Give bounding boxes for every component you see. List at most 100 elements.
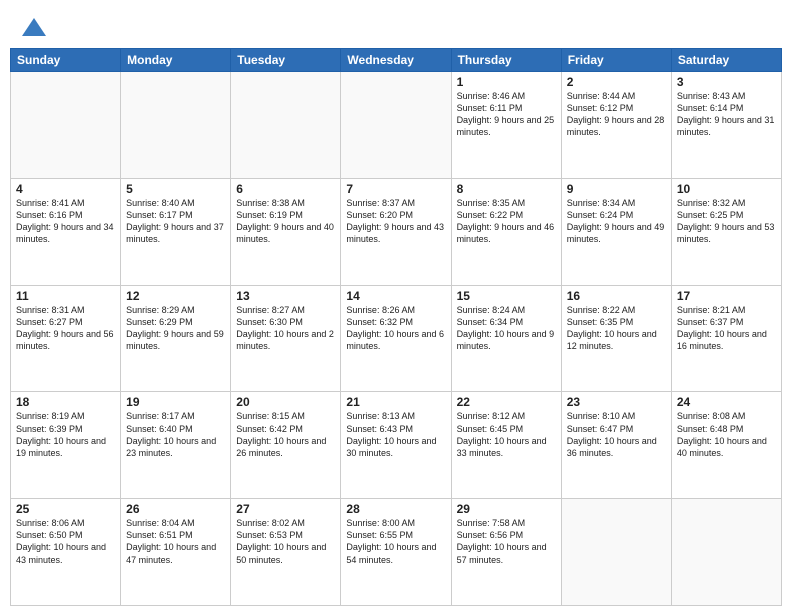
day-number: 19 — [126, 395, 225, 409]
day-number: 7 — [346, 182, 445, 196]
calendar-cell: 28Sunrise: 8:00 AM Sunset: 6:55 PM Dayli… — [341, 499, 451, 606]
day-number: 26 — [126, 502, 225, 516]
calendar-cell: 26Sunrise: 8:04 AM Sunset: 6:51 PM Dayli… — [121, 499, 231, 606]
day-number: 10 — [677, 182, 776, 196]
day-info: Sunrise: 8:04 AM Sunset: 6:51 PM Dayligh… — [126, 517, 225, 566]
calendar-cell: 24Sunrise: 8:08 AM Sunset: 6:48 PM Dayli… — [671, 392, 781, 499]
calendar-cell — [231, 72, 341, 179]
calendar-cell: 2Sunrise: 8:44 AM Sunset: 6:12 PM Daylig… — [561, 72, 671, 179]
day-number: 9 — [567, 182, 666, 196]
day-info: Sunrise: 8:46 AM Sunset: 6:11 PM Dayligh… — [457, 90, 556, 139]
calendar-cell: 6Sunrise: 8:38 AM Sunset: 6:19 PM Daylig… — [231, 178, 341, 285]
day-info: Sunrise: 8:00 AM Sunset: 6:55 PM Dayligh… — [346, 517, 445, 566]
calendar-week-row: 18Sunrise: 8:19 AM Sunset: 6:39 PM Dayli… — [11, 392, 782, 499]
day-info: Sunrise: 8:13 AM Sunset: 6:43 PM Dayligh… — [346, 410, 445, 459]
day-number: 13 — [236, 289, 335, 303]
day-info: Sunrise: 8:41 AM Sunset: 6:16 PM Dayligh… — [16, 197, 115, 246]
day-number: 11 — [16, 289, 115, 303]
day-header-cell: Friday — [561, 49, 671, 72]
day-number: 18 — [16, 395, 115, 409]
day-info: Sunrise: 8:24 AM Sunset: 6:34 PM Dayligh… — [457, 304, 556, 353]
day-number: 15 — [457, 289, 556, 303]
calendar-cell: 20Sunrise: 8:15 AM Sunset: 6:42 PM Dayli… — [231, 392, 341, 499]
calendar-cell: 17Sunrise: 8:21 AM Sunset: 6:37 PM Dayli… — [671, 285, 781, 392]
calendar-cell: 23Sunrise: 8:10 AM Sunset: 6:47 PM Dayli… — [561, 392, 671, 499]
calendar-cell: 9Sunrise: 8:34 AM Sunset: 6:24 PM Daylig… — [561, 178, 671, 285]
calendar-week-row: 25Sunrise: 8:06 AM Sunset: 6:50 PM Dayli… — [11, 499, 782, 606]
day-info: Sunrise: 8:43 AM Sunset: 6:14 PM Dayligh… — [677, 90, 776, 139]
calendar-cell: 4Sunrise: 8:41 AM Sunset: 6:16 PM Daylig… — [11, 178, 121, 285]
day-info: Sunrise: 8:40 AM Sunset: 6:17 PM Dayligh… — [126, 197, 225, 246]
calendar-cell — [671, 499, 781, 606]
day-info: Sunrise: 8:08 AM Sunset: 6:48 PM Dayligh… — [677, 410, 776, 459]
day-info: Sunrise: 8:37 AM Sunset: 6:20 PM Dayligh… — [346, 197, 445, 246]
day-number: 24 — [677, 395, 776, 409]
day-info: Sunrise: 8:15 AM Sunset: 6:42 PM Dayligh… — [236, 410, 335, 459]
day-number: 8 — [457, 182, 556, 196]
day-number: 3 — [677, 75, 776, 89]
day-info: Sunrise: 8:17 AM Sunset: 6:40 PM Dayligh… — [126, 410, 225, 459]
day-number: 4 — [16, 182, 115, 196]
day-info: Sunrise: 7:58 AM Sunset: 6:56 PM Dayligh… — [457, 517, 556, 566]
day-header-row: SundayMondayTuesdayWednesdayThursdayFrid… — [11, 49, 782, 72]
header — [0, 0, 792, 48]
calendar-cell — [121, 72, 231, 179]
calendar-cell — [341, 72, 451, 179]
calendar-cell: 14Sunrise: 8:26 AM Sunset: 6:32 PM Dayli… — [341, 285, 451, 392]
day-number: 25 — [16, 502, 115, 516]
day-info: Sunrise: 8:22 AM Sunset: 6:35 PM Dayligh… — [567, 304, 666, 353]
calendar-cell: 27Sunrise: 8:02 AM Sunset: 6:53 PM Dayli… — [231, 499, 341, 606]
calendar-cell — [561, 499, 671, 606]
day-info: Sunrise: 8:34 AM Sunset: 6:24 PM Dayligh… — [567, 197, 666, 246]
calendar-cell — [11, 72, 121, 179]
logo-icon — [20, 14, 48, 42]
day-header-cell: Tuesday — [231, 49, 341, 72]
day-info: Sunrise: 8:06 AM Sunset: 6:50 PM Dayligh… — [16, 517, 115, 566]
calendar-cell: 21Sunrise: 8:13 AM Sunset: 6:43 PM Dayli… — [341, 392, 451, 499]
page: SundayMondayTuesdayWednesdayThursdayFrid… — [0, 0, 792, 612]
day-info: Sunrise: 8:38 AM Sunset: 6:19 PM Dayligh… — [236, 197, 335, 246]
day-number: 12 — [126, 289, 225, 303]
calendar-cell: 22Sunrise: 8:12 AM Sunset: 6:45 PM Dayli… — [451, 392, 561, 499]
day-info: Sunrise: 8:02 AM Sunset: 6:53 PM Dayligh… — [236, 517, 335, 566]
day-info: Sunrise: 8:19 AM Sunset: 6:39 PM Dayligh… — [16, 410, 115, 459]
day-info: Sunrise: 8:31 AM Sunset: 6:27 PM Dayligh… — [16, 304, 115, 353]
calendar-cell: 11Sunrise: 8:31 AM Sunset: 6:27 PM Dayli… — [11, 285, 121, 392]
calendar-cell: 15Sunrise: 8:24 AM Sunset: 6:34 PM Dayli… — [451, 285, 561, 392]
calendar-week-row: 1Sunrise: 8:46 AM Sunset: 6:11 PM Daylig… — [11, 72, 782, 179]
calendar: SundayMondayTuesdayWednesdayThursdayFrid… — [0, 48, 792, 612]
calendar-cell: 8Sunrise: 8:35 AM Sunset: 6:22 PM Daylig… — [451, 178, 561, 285]
calendar-week-row: 11Sunrise: 8:31 AM Sunset: 6:27 PM Dayli… — [11, 285, 782, 392]
calendar-cell: 29Sunrise: 7:58 AM Sunset: 6:56 PM Dayli… — [451, 499, 561, 606]
day-number: 14 — [346, 289, 445, 303]
day-info: Sunrise: 8:27 AM Sunset: 6:30 PM Dayligh… — [236, 304, 335, 353]
calendar-cell: 13Sunrise: 8:27 AM Sunset: 6:30 PM Dayli… — [231, 285, 341, 392]
day-header-cell: Wednesday — [341, 49, 451, 72]
day-header-cell: Saturday — [671, 49, 781, 72]
calendar-cell: 25Sunrise: 8:06 AM Sunset: 6:50 PM Dayli… — [11, 499, 121, 606]
calendar-cell: 16Sunrise: 8:22 AM Sunset: 6:35 PM Dayli… — [561, 285, 671, 392]
day-number: 21 — [346, 395, 445, 409]
day-number: 1 — [457, 75, 556, 89]
calendar-cell: 3Sunrise: 8:43 AM Sunset: 6:14 PM Daylig… — [671, 72, 781, 179]
day-header-cell: Monday — [121, 49, 231, 72]
day-number: 2 — [567, 75, 666, 89]
calendar-cell: 1Sunrise: 8:46 AM Sunset: 6:11 PM Daylig… — [451, 72, 561, 179]
calendar-week-row: 4Sunrise: 8:41 AM Sunset: 6:16 PM Daylig… — [11, 178, 782, 285]
day-info: Sunrise: 8:12 AM Sunset: 6:45 PM Dayligh… — [457, 410, 556, 459]
day-number: 23 — [567, 395, 666, 409]
day-info: Sunrise: 8:10 AM Sunset: 6:47 PM Dayligh… — [567, 410, 666, 459]
day-info: Sunrise: 8:35 AM Sunset: 6:22 PM Dayligh… — [457, 197, 556, 246]
day-info: Sunrise: 8:32 AM Sunset: 6:25 PM Dayligh… — [677, 197, 776, 246]
logo — [18, 12, 48, 42]
calendar-table: SundayMondayTuesdayWednesdayThursdayFrid… — [10, 48, 782, 606]
day-number: 22 — [457, 395, 556, 409]
calendar-cell: 19Sunrise: 8:17 AM Sunset: 6:40 PM Dayli… — [121, 392, 231, 499]
calendar-cell: 7Sunrise: 8:37 AM Sunset: 6:20 PM Daylig… — [341, 178, 451, 285]
day-number: 17 — [677, 289, 776, 303]
calendar-cell: 10Sunrise: 8:32 AM Sunset: 6:25 PM Dayli… — [671, 178, 781, 285]
day-info: Sunrise: 8:29 AM Sunset: 6:29 PM Dayligh… — [126, 304, 225, 353]
day-header-cell: Sunday — [11, 49, 121, 72]
day-info: Sunrise: 8:21 AM Sunset: 6:37 PM Dayligh… — [677, 304, 776, 353]
calendar-cell: 5Sunrise: 8:40 AM Sunset: 6:17 PM Daylig… — [121, 178, 231, 285]
